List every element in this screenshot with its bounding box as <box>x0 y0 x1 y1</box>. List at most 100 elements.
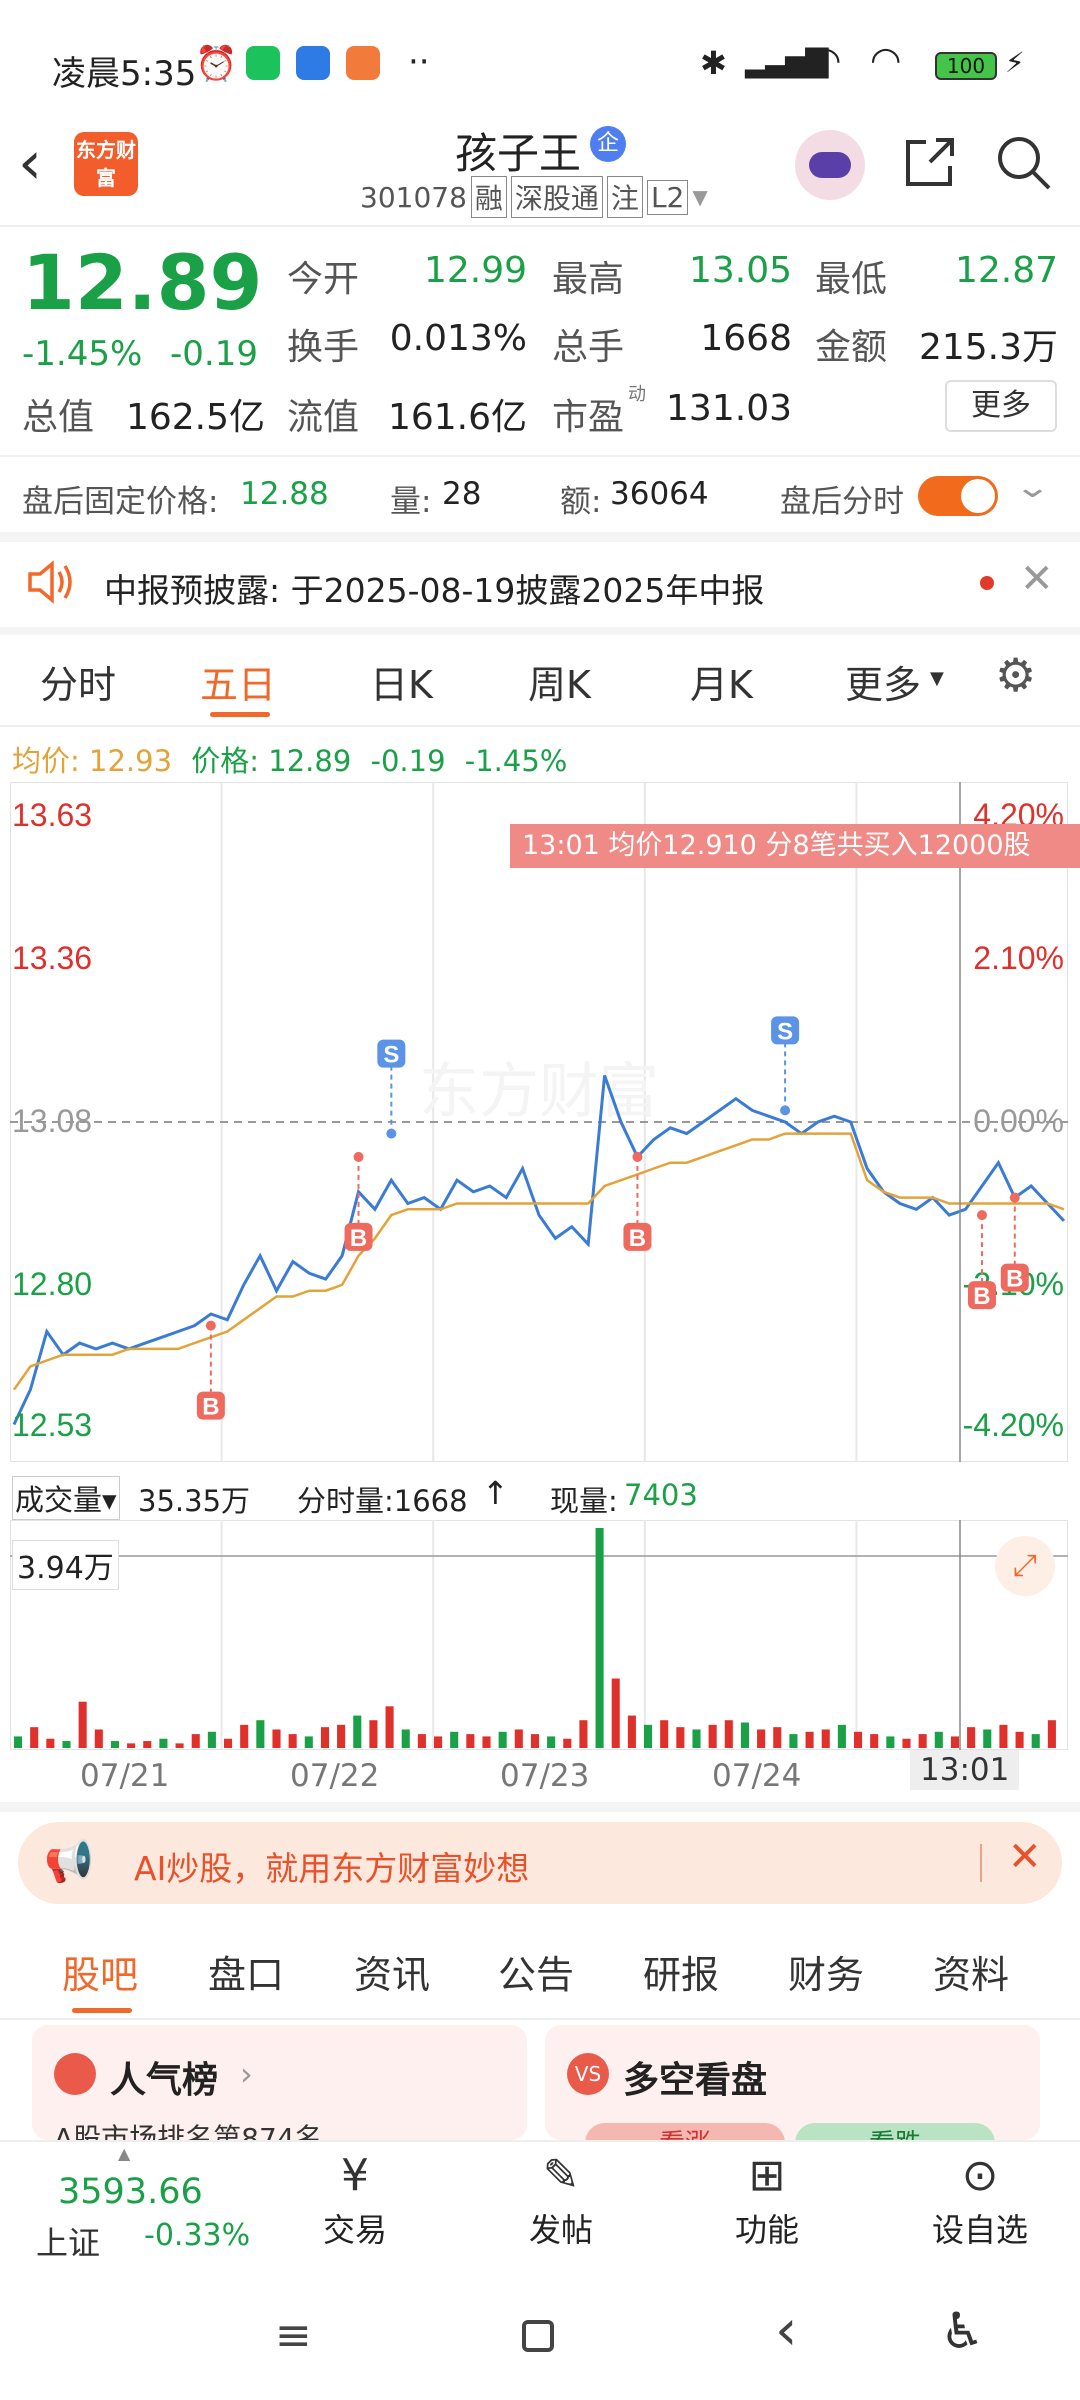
yuan-exchange-icon: ¥ <box>341 2150 369 2201</box>
current-price: 12.89 <box>22 238 263 327</box>
avg-value: 12.93 <box>89 744 173 778</box>
volume-bar <box>256 1720 265 1748</box>
afterhours-toggle[interactable] <box>918 476 998 516</box>
tab-profile[interactable]: 资料 <box>933 1944 1009 1999</box>
tab-forum[interactable]: 股吧 <box>62 1944 138 1999</box>
pct-tick-label: 2.10% <box>973 940 1064 976</box>
tab-orderbook[interactable]: 盘口 <box>208 1944 284 1999</box>
volume-bar <box>789 1734 798 1748</box>
volume-selector[interactable]: 成交量▾ <box>12 1476 120 1520</box>
chevron-right-icon: › <box>240 2055 253 2093</box>
volume-bar <box>773 1727 782 1748</box>
fullscreen-expand-icon[interactable]: ⤢ <box>995 1536 1055 1596</box>
now-volume-label: 现量: <box>550 1484 618 1518</box>
volume-bar <box>595 1528 604 1748</box>
ai-ad-banner[interactable]: 📢 AI炒股，就用东方财富妙想 ✕ <box>18 1822 1062 1904</box>
volume-bar <box>240 1724 249 1748</box>
chevron-down-icon[interactable]: ▼ <box>692 185 707 209</box>
mcap-value: 162.5亿 <box>125 397 265 438</box>
volume-bar <box>175 1743 184 1748</box>
turnover-value: 0.013% <box>389 318 527 359</box>
price-tick-label: 13.63 <box>12 797 92 833</box>
ad-close-icon[interactable]: ✕ <box>1008 1834 1042 1880</box>
volume-bar <box>401 1729 410 1748</box>
volume-bar <box>320 1727 329 1748</box>
afterhours-label: 盘后固定价格: <box>22 484 219 520</box>
volume-bar <box>417 1734 426 1748</box>
more-quote-button[interactable]: 更多 <box>945 380 1057 432</box>
price-tick-label: 12.53 <box>12 1407 92 1443</box>
stock-code: 301078 <box>360 180 467 214</box>
dock-add-watchlist[interactable]: ⊙ 设自选 <box>915 2150 1045 2270</box>
back-nav-icon[interactable]: ‹ <box>775 2298 797 2363</box>
legend-pct: -1.45% <box>464 744 568 778</box>
tab-news[interactable]: 资讯 <box>354 1944 430 1999</box>
float-value: 161.6亿 <box>387 397 527 438</box>
volume-bar <box>191 1734 200 1748</box>
bull-button[interactable]: 看涨 <box>585 2123 785 2140</box>
status-bar: 凌晨5:35 ⏰ ·· ✱ ▂▃▅▇ ◠ ◠ 100 ⚡ <box>0 0 1080 120</box>
search-icon[interactable] <box>995 134 1053 192</box>
dock-label: 设自选 <box>931 2211 1028 2249</box>
bluetooth-icon: ✱ <box>700 44 727 82</box>
status-time: 凌晨5:35 <box>52 54 197 94</box>
share-icon[interactable] <box>900 134 958 192</box>
volume-bar <box>547 1736 556 1748</box>
tab-daily-k[interactable]: 日K <box>370 654 433 709</box>
volume-bar <box>337 1724 346 1748</box>
volume-bar <box>627 1715 636 1748</box>
mcap-label: 总值 <box>22 397 95 438</box>
close-icon[interactable]: ✕ <box>1020 556 1054 602</box>
more-dots-icon: ·· <box>408 42 430 82</box>
volume-bar <box>708 1724 717 1748</box>
tab-five-day[interactable]: 五日 <box>200 654 276 709</box>
volume-chart-svg <box>9 1519 1069 1751</box>
amount-label: 金额 <box>815 327 888 368</box>
tab-monthly-k[interactable]: 月K <box>690 654 753 709</box>
volume-bar <box>967 1727 976 1748</box>
marker-dot <box>353 1151 364 1162</box>
dock-functions[interactable]: ⊞ 功能 <box>712 2150 822 2270</box>
afterhours-toggle-label: 盘后分时 <box>780 484 904 520</box>
marker-dot <box>205 1320 216 1331</box>
volume-bar <box>999 1724 1008 1748</box>
bear-button[interactable]: 看跌 <box>795 2123 995 2140</box>
dock-post[interactable]: ✎ 发帖 <box>506 2150 616 2270</box>
back-icon[interactable]: ‹ <box>18 128 42 198</box>
notice-bar[interactable]: 中报预披露: 于2025-08-19披露2025年中报 ✕ <box>0 542 1080 627</box>
robot-avatar-icon[interactable] <box>795 130 865 200</box>
bull-bear-card[interactable]: VS 多空看盘 看涨 看跌 <box>545 2025 1040 2140</box>
volume-label: 总手 <box>552 327 625 368</box>
dots-circle-icon: ⊙ <box>961 2150 999 2201</box>
home-icon[interactable] <box>522 2320 554 2352</box>
popularity-card[interactable]: 人气榜 › A股市场排名第874名 <box>32 2025 527 2140</box>
content-tabs: 股吧 盘口 资讯 公告 研报 财务 资料 <box>0 1930 1080 2020</box>
volume-bar <box>159 1738 168 1748</box>
volume-bar <box>757 1729 766 1748</box>
tab-announcements[interactable]: 公告 <box>498 1944 574 1999</box>
five-day-chart[interactable]: 东方财富 13.63 13.36 13.08 12.80 12.53 4.20% 2.10% 0… <box>9 781 1080 1463</box>
low-label: 最低 <box>815 259 888 300</box>
stock-code-row: 301078 融 深股通 注 L2 ▼ <box>360 176 708 218</box>
menu-icon[interactable]: ≡ <box>275 2310 312 2361</box>
dock-trade[interactable]: ¥ 交易 <box>300 2150 410 2270</box>
tab-more[interactable]: 更多 <box>845 654 921 709</box>
volume-bar <box>514 1729 523 1748</box>
tab-financials[interactable]: 财务 <box>788 1944 864 1999</box>
expand-chevron-icon[interactable]: ⌄ <box>1014 470 1052 505</box>
high-value: 13.05 <box>688 250 792 291</box>
settings-gear-icon[interactable]: ⚙ <box>995 648 1036 702</box>
now-volume: 7403 <box>624 1478 698 1512</box>
volume-frame <box>9 1519 1069 1751</box>
volume-bar <box>143 1741 152 1748</box>
volume-bar <box>466 1734 475 1748</box>
cursor-time-label: 13:01 <box>910 1750 1020 1790</box>
stock-name: 孩子王 <box>455 129 582 178</box>
app-logo: 东方财富 <box>74 132 138 196</box>
tab-weekly-k[interactable]: 周K <box>528 654 591 709</box>
volume-bar <box>740 1722 749 1748</box>
tab-research[interactable]: 研报 <box>643 1944 719 1999</box>
volume-bar <box>482 1736 491 1748</box>
accessibility-icon[interactable]: ♿ <box>940 2302 985 2360</box>
tab-intraday[interactable]: 分时 <box>40 654 116 709</box>
